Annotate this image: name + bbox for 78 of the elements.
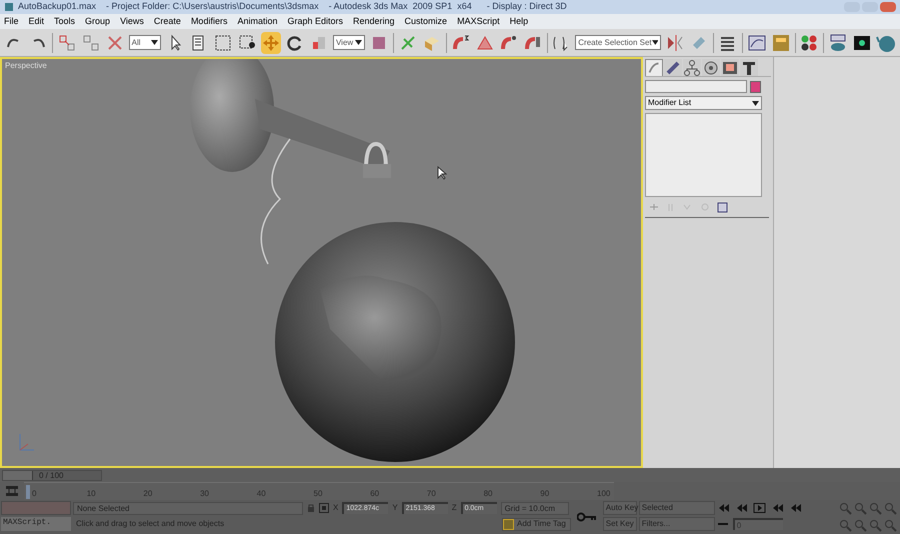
hierarchy-icon [683,58,701,76]
modifier-list-dropdown[interactable]: Modifier List [645,96,762,110]
go-to-end-button[interactable] [788,503,803,513]
window-title: AutoBackup01.max - Project Folder: C:\Users\austris\Documents\3dsmax - Autodesk 3ds Max 2009 SP1 x64 - Display : Direct 3D [18,0,567,14]
magnifier-icon [839,519,852,532]
zoom-extents-button[interactable] [869,502,882,517]
close-button[interactable] [880,2,896,12]
menu-item[interactable]: Rendering [353,14,395,28]
magnifier-icon [869,519,882,532]
prompt-text: Click and drag to select and move objects [75,518,226,530]
menu-item[interactable]: Customize [404,14,448,28]
menu-item[interactable]: Tools [54,14,76,28]
pan-button[interactable] [854,519,867,534]
coordinate-label: Y [392,502,398,514]
skip-icon [788,503,803,513]
curve-editor-icon [746,32,767,52]
menu-item[interactable]: Help [510,14,528,28]
listener-field[interactable] [1,501,71,515]
time-slider-thumb[interactable] [3,470,33,480]
orbit-button[interactable] [869,519,882,534]
skip-icon [734,503,749,513]
selection-info: None Selected [73,502,303,514]
name-field[interactable] [645,80,747,93]
coordinate-label: X [333,502,338,514]
cursor-icon [437,166,447,180]
previous-frame-button[interactable] [734,503,749,513]
play-button[interactable] [752,503,767,513]
field-of-view-button[interactable] [839,519,852,534]
pin-stack-button[interactable] [649,202,660,212]
maximize-viewport-button[interactable] [884,519,897,534]
magnifier-icon [854,519,867,532]
menu-item[interactable]: Edit [28,14,44,28]
grid-size-info: Grid = 10.0cm [500,502,569,514]
dropdown-field[interactable]: All [128,35,161,50]
time-tag-icon [503,518,514,530]
unlink-icon [80,32,101,52]
track-bar-icon [6,485,18,497]
magnifier-icon [884,502,897,515]
menu-item[interactable]: Create [154,14,181,28]
menu-item[interactable]: Views [120,14,144,28]
magnifier-icon [869,502,882,515]
caret-icon [355,40,362,45]
caret-icon [652,40,658,45]
go-to-start-button[interactable] [716,503,731,513]
zoom-extents-all-button[interactable] [884,502,897,517]
menu-item[interactable]: MAXScript [457,14,500,28]
mirror-icon [665,32,686,52]
move-icon [260,32,281,52]
zoom-button[interactable] [839,502,852,517]
zoom-all-button[interactable] [854,502,867,517]
menu-item[interactable]: Animation [237,14,278,28]
time-marker [26,485,30,499]
app-icon [4,2,14,12]
coordinate-label: Z [452,502,457,514]
lock-icon [307,503,315,513]
play-icon [752,503,767,513]
magnifier-icon [854,502,867,515]
skip-icon [770,503,785,513]
pin-stack-icon [649,202,660,212]
absolute-mode-icon [319,503,329,513]
caret-icon [752,100,759,106]
link-icon [56,32,77,52]
skip-icon [716,503,731,513]
rectangle-select-icon [212,32,233,52]
magnifier-icon [884,519,897,532]
caret-icon [150,40,158,45]
dropdown-field[interactable]: Create Selection Set [575,35,662,50]
menu-item[interactable]: Graph Editors [287,14,344,28]
dropdown-field[interactable]: View [332,35,366,50]
color-swatch[interactable] [750,80,761,92]
panel-tab[interactable] [683,59,701,76]
key-icon [576,512,597,522]
next-frame-button[interactable] [770,503,785,513]
menu-item[interactable]: File [4,14,19,28]
magnifier-icon [839,502,852,515]
menu-item[interactable]: Group [85,14,110,28]
menu-item[interactable]: Modifiers [190,14,228,28]
modifier-stack-list[interactable] [645,113,762,197]
